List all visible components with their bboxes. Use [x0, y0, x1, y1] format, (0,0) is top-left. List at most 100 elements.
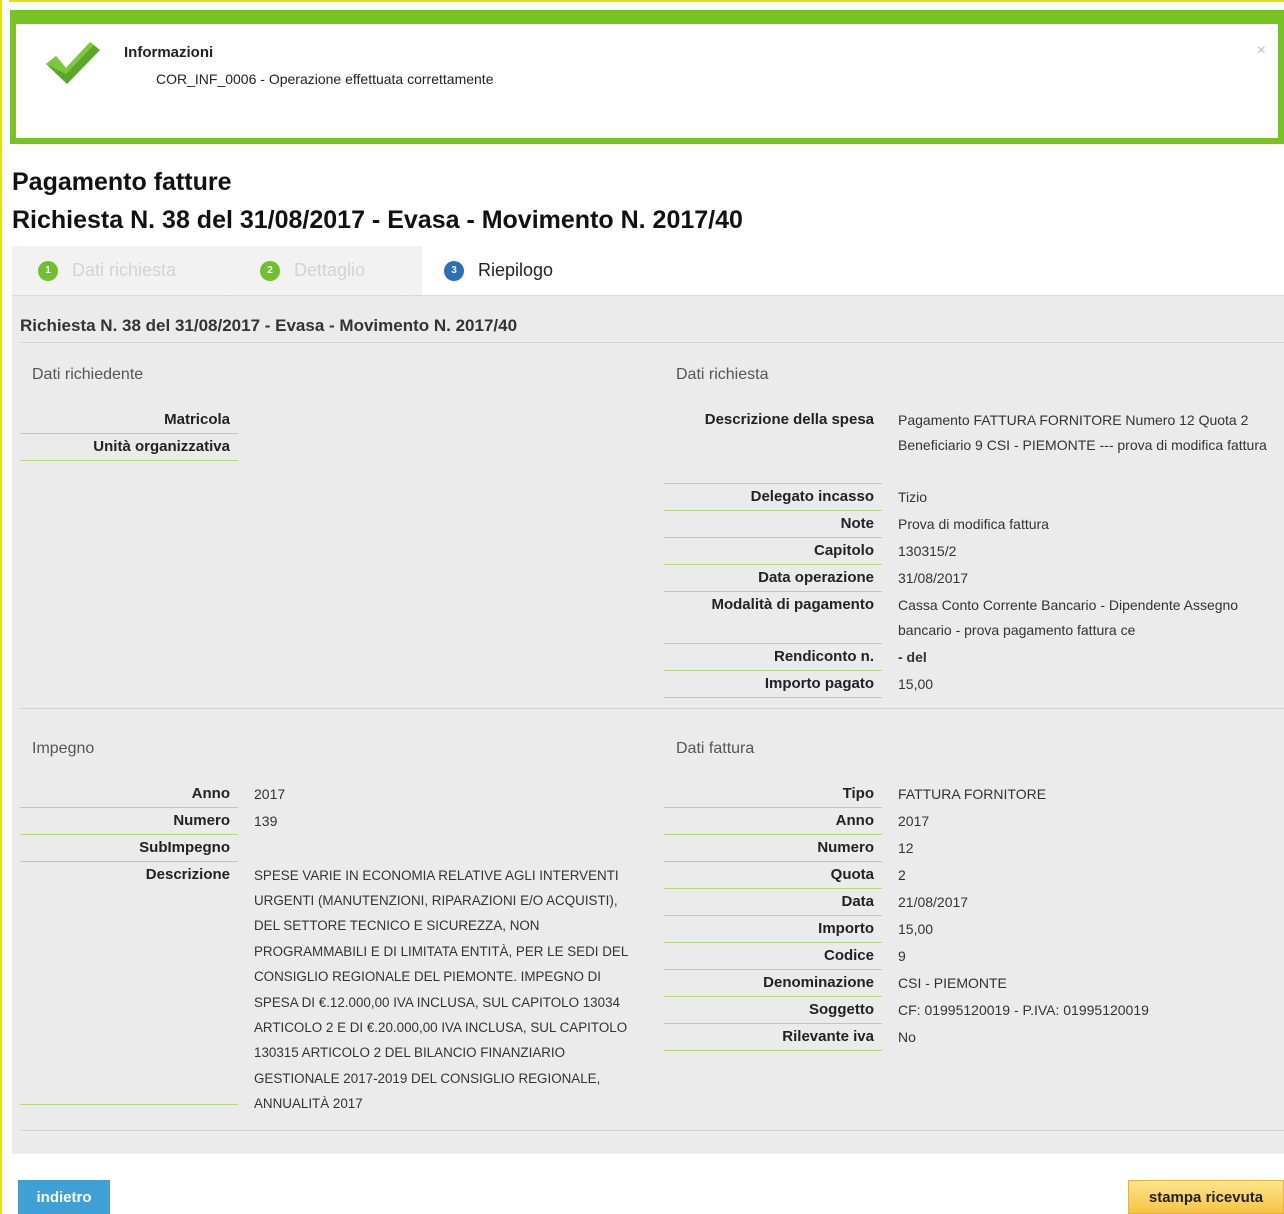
field-label: Data [664, 889, 882, 916]
field-row: SubImpegno [20, 835, 630, 862]
field-row: Anno 2017 [664, 808, 1280, 835]
dati-richiedente-list: Matricola Unità organizzativa [20, 407, 638, 461]
section-dati-richiedente: Dati richiedente [32, 366, 144, 383]
field-row: Descrizione della spesa Pagamento FATTUR… [664, 407, 1280, 484]
field-value: 2 [898, 866, 906, 883]
section-dati-fattura: Dati fattura [676, 740, 755, 757]
field-value: 139 [254, 812, 278, 829]
close-icon[interactable]: × [1257, 42, 1266, 60]
field-row: Anno 2017 [20, 781, 630, 808]
field-row: Matricola [20, 407, 638, 434]
field-value [238, 407, 638, 434]
field-value: 2017 [254, 785, 286, 802]
wizard-steps: 1 Dati richiesta 2 Dettaglio 3 Riepilogo [12, 246, 1284, 296]
field-label: SubImpegno [20, 835, 238, 862]
section-dati-richiesta: Dati richiesta [676, 366, 769, 383]
field-label: Importo pagato [664, 671, 882, 698]
field-value: FATTURA FORNITORE [898, 785, 1047, 802]
field-row: Data 21/08/2017 [664, 889, 1280, 916]
back-button[interactable]: indietro [18, 1180, 110, 1214]
field-value [238, 835, 630, 862]
step-number: 1 [38, 260, 58, 281]
step-label: Dettaglio [294, 260, 366, 280]
field-label: Numero [20, 808, 238, 835]
success-alert: Informazioni COR_INF_0006 - Operazione e… [10, 10, 1284, 144]
field-row: Rendiconto n. - del [664, 644, 1280, 671]
field-row: Numero 12 [664, 835, 1280, 862]
field-label: Data operazione [664, 565, 882, 592]
section-impegno: Impegno [32, 740, 95, 757]
page-title: Pagamento fatture [12, 168, 232, 196]
step-dettaglio[interactable]: 2 Dettaglio [260, 246, 420, 295]
field-row: Soggetto CF: 01995120019 - P.IVA: 019951… [664, 997, 1280, 1024]
summary-panel: Richiesta N. 38 del 31/08/2017 - Evasa -… [12, 296, 1284, 1154]
field-label: Matricola [20, 407, 238, 434]
field-row: Importo pagato 15,00 [664, 671, 1280, 698]
field-value [238, 434, 638, 461]
field-label: Codice [664, 943, 882, 970]
dati-fattura-list: Tipo FATTURA FORNITORE Anno 2017 Numero … [664, 781, 1280, 1051]
field-value: 12 [898, 839, 914, 856]
field-value: Cassa Conto Corrente Bancario - Dipenden… [898, 596, 1239, 639]
step-label: Riepilogo [478, 260, 554, 280]
page-subtitle: Richiesta N. 38 del 31/08/2017 - Evasa -… [12, 206, 743, 234]
field-row: Quota 2 [664, 862, 1280, 889]
print-receipt-button[interactable]: stampa ricevuta [1128, 1180, 1284, 1214]
step-dati-richiesta[interactable]: 1 Dati richiesta [38, 246, 238, 295]
field-value: CSI - PIEMONTE [898, 974, 1007, 991]
field-value: 15,00 [898, 675, 934, 692]
field-label: Unità organizzativa [20, 434, 238, 461]
field-row: Descrizione SPESE VARIE IN ECONOMIA RELA… [20, 862, 630, 1117]
field-label: Numero [664, 835, 882, 862]
field-value: 2017 [898, 812, 930, 829]
field-value: 130315/2 [898, 542, 957, 559]
field-label: Anno [20, 781, 238, 808]
step-number: 3 [444, 260, 464, 281]
field-row: Numero 139 [20, 808, 630, 835]
field-label: Delegato incasso [664, 484, 882, 511]
field-label: Rilevante iva [664, 1024, 882, 1051]
checkmark-icon [46, 42, 100, 84]
field-row: Data operazione 31/08/2017 [664, 565, 1280, 592]
field-value: Tizio [898, 488, 928, 505]
field-value: 9 [898, 947, 906, 964]
divider [20, 1130, 1284, 1131]
field-row: Denominazione CSI - PIEMONTE [664, 970, 1280, 997]
alert-title: Informazioni [124, 44, 214, 61]
field-value: 15,00 [898, 920, 934, 937]
field-row: Tipo FATTURA FORNITORE [664, 781, 1280, 808]
field-value: 31/08/2017 [898, 569, 969, 586]
field-value: SPESE VARIE IN ECONOMIA RELATIVE AGLI IN… [254, 867, 628, 1112]
step-label: Dati richiesta [72, 260, 177, 280]
field-label: Anno [664, 808, 882, 835]
page-frame-left [0, 0, 9, 1214]
field-label: Denominazione [664, 970, 882, 997]
field-row: Unità organizzativa [20, 434, 638, 461]
field-value: CF: 01995120019 - P.IVA: 01995120019 [898, 1001, 1149, 1018]
field-value: No [898, 1028, 916, 1045]
panel-title: Richiesta N. 38 del 31/08/2017 - Evasa -… [20, 316, 518, 335]
field-value: Prova di modifica fattura [898, 515, 1049, 532]
field-row: Modalità di pagamento Cassa Conto Corren… [664, 592, 1280, 644]
field-row: Delegato incasso Tizio [664, 484, 1280, 511]
page-frame-top [0, 0, 1284, 9]
field-label: Capitolo [664, 538, 882, 565]
field-label: Rendiconto n. [664, 644, 882, 671]
field-label: Soggetto [664, 997, 882, 1024]
field-row: Importo 15,00 [664, 916, 1280, 943]
field-label: Tipo [664, 781, 882, 808]
field-row: Capitolo 130315/2 [664, 538, 1280, 565]
field-label: Note [664, 511, 882, 538]
divider [20, 342, 1284, 343]
alert-message: COR_INF_0006 - Operazione effettuata cor… [156, 71, 494, 87]
field-value: - del [898, 648, 927, 665]
field-value: 21/08/2017 [898, 893, 969, 910]
field-value: Pagamento FATTURA FORNITORE Numero 12 Qu… [898, 411, 1267, 454]
field-label: Descrizione [20, 862, 238, 1105]
field-row: Rilevante iva No [664, 1024, 1280, 1051]
step-riepilogo[interactable]: 3 Riepilogo [422, 246, 594, 295]
divider [20, 708, 1284, 709]
step-number: 2 [260, 260, 280, 281]
field-label: Descrizione della spesa [664, 407, 882, 484]
impegno-list: Anno 2017 Numero 139 SubImpegno Descrizi… [20, 781, 630, 1117]
